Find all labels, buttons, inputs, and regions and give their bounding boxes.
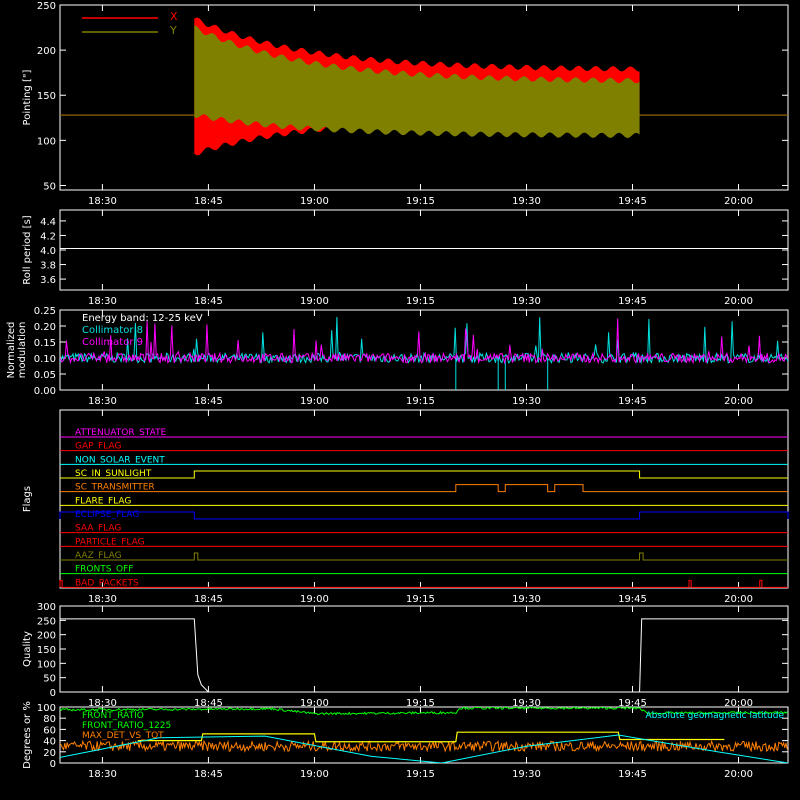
x-tick-label: 18:45: [194, 769, 223, 780]
y-tick-label: 300: [37, 602, 56, 613]
y-tick-label: 250: [37, 1, 56, 12]
quality-line: [60, 618, 788, 693]
x-tick-label: 18:30: [88, 396, 117, 407]
y-tick-label: 150: [37, 645, 56, 656]
legend-left-front-ratio: FRONT_RATIO: [82, 711, 144, 721]
legend-left-front-ratio-1225: FRONT_RATIO_1225: [82, 721, 171, 731]
x-tick-label: 19:15: [406, 196, 435, 207]
y-axis-label: Roll period [s]: [22, 215, 33, 284]
y-tick-label: 100: [37, 659, 56, 670]
y-tick-label: 200: [37, 46, 56, 57]
x-tick-label: 19:15: [406, 396, 435, 407]
x-tick-label: 19:30: [512, 594, 541, 605]
y-tick-label: 0.20: [34, 322, 56, 333]
panel-2: 18:30 18:45 19:00 19:15 19:30 19:45 20:00 3.6 3.…: [22, 209, 789, 307]
y-tick-label: 0.25: [34, 306, 56, 317]
x-tick-label: 19:00: [300, 396, 329, 407]
y-axis-label: Degrees or %: [22, 701, 33, 769]
y-tick-label: 250: [37, 616, 56, 627]
plot-canvas: 18:30 18:45 19:00 19:15 19:30 19:45 20:00 50 100…: [6, 1, 789, 780]
y-axis-label: modulation: [17, 322, 28, 379]
panel-3: 18:30 18:45 19:00 19:15 19:30 19:45 20:00 0.00 0…: [6, 306, 789, 407]
x-tick-label: 20:00: [724, 196, 753, 207]
x-tick-label: 20:00: [724, 594, 753, 605]
y-tick-label: 100: [37, 136, 56, 147]
y-tick-label: 20: [43, 748, 56, 759]
x-tick-label: 18:45: [194, 196, 223, 207]
energy-band-annotation: Energy band: 12-25 keV: [82, 313, 203, 324]
y-tick-label: 80: [43, 714, 56, 725]
y-tick-label: 0.15: [34, 338, 56, 349]
y-tick-label: 0.10: [34, 354, 56, 365]
series-Y-envelope: [194, 25, 640, 139]
x-tick-label: 19:30: [512, 196, 541, 207]
x-tick-label: 19:15: [406, 296, 435, 307]
x-tick-label: 20:00: [724, 396, 753, 407]
y-axis-label: Pointing ["]: [22, 69, 33, 125]
x-tick-label: 19:30: [512, 769, 541, 780]
y-tick-label: 4.4: [40, 217, 56, 228]
x-tick-label: 19:30: [512, 296, 541, 307]
x-tick-label: 19:45: [618, 594, 647, 605]
y-tick-label: 100: [37, 703, 56, 714]
legend-label-Y: Y: [169, 24, 177, 37]
legend-label-X: X: [170, 10, 178, 23]
x-tick-label: 18:30: [88, 296, 117, 307]
y-tick-label: 40: [43, 737, 56, 748]
flag-trace-sc-transmitter: [60, 484, 788, 493]
x-tick-label: 20:00: [724, 769, 753, 780]
x-tick-label: 20:00: [724, 296, 753, 307]
x-tick-label: 19:00: [300, 296, 329, 307]
y-tick-label: 3.8: [40, 261, 56, 272]
x-tick-label: 19:45: [618, 296, 647, 307]
flag-trace-aaz-flag: [60, 552, 788, 561]
series-max-det-vs-tot: [60, 739, 788, 753]
x-tick-label: 18:45: [194, 396, 223, 407]
x-tick-label: 19:30: [512, 396, 541, 407]
flag-trace-sc-in-sunlight: [60, 470, 788, 479]
x-tick-label: 18:45: [194, 296, 223, 307]
y-tick-label: 50: [43, 674, 56, 685]
y-tick-label: 0: [50, 688, 56, 699]
flag-trace-bad-packets: [59, 579, 788, 588]
y-tick-label: 200: [37, 631, 56, 642]
x-tick-label: 19:45: [618, 396, 647, 407]
x-tick-label: 18:30: [88, 769, 117, 780]
x-tick-label: 18:45: [194, 594, 223, 605]
x-tick-label: 19:00: [300, 196, 329, 207]
y-tick-label: 0.05: [34, 370, 56, 381]
panel-1: 18:30 18:45 19:00 19:15 19:30 19:45 20:00 50 100…: [22, 1, 789, 207]
y-axis-label: Flags: [22, 486, 33, 512]
flag-trace-eclipse-flag: [59, 511, 789, 520]
x-tick-label: 19:00: [300, 594, 329, 605]
x-tick-label: 19:15: [406, 769, 435, 780]
legend-label-collimator-9: Collimator 9: [82, 337, 143, 348]
x-tick-label: 19:15: [406, 594, 435, 605]
legend-label-collimator-8: Collimator 8: [82, 325, 143, 336]
y-tick-label: 0.00: [34, 386, 56, 397]
y-tick-label: 0: [50, 759, 56, 770]
x-tick-label: 19:00: [300, 769, 329, 780]
panel-4: 18:30 18:45 19:00 19:15 19:30 19:45 20:00 Flags…: [22, 409, 789, 605]
y-axis-label: Quality: [22, 631, 33, 667]
panel-frame: [59, 209, 789, 291]
y-tick-label: 4.0: [40, 246, 56, 257]
x-tick-label: 18:30: [88, 594, 117, 605]
x-tick-label: 19:45: [618, 769, 647, 780]
modulation-data: [60, 316, 788, 390]
x-tick-label: 18:30: [88, 196, 117, 207]
y-tick-label: 50: [43, 181, 56, 192]
y-tick-label: 3.6: [40, 275, 56, 286]
pointing-data: [60, 17, 788, 156]
y-tick-label: 4.2: [40, 231, 56, 242]
rhessi-quicklook-plot: 18:30 18:45 19:00 19:15 19:30 19:45 20:00 50 100…: [0, 0, 800, 800]
y-tick-label: 150: [37, 91, 56, 102]
legend-left-max-det-vs-tot: MAX_DET_VS_TOT: [82, 731, 164, 741]
y-axis-label: Normalized: [6, 322, 17, 379]
panel-6: 18:30 18:45 19:00 19:15 19:30 19:45 20:00 02040…: [22, 701, 789, 780]
legend-right-geomagnetic-latitude: Absolute geomagnetic latitude: [645, 711, 784, 721]
y-tick-label: 60: [43, 725, 56, 736]
panel-5: 18:30 18:45 19:00 19:15 19:30 19:45 20:0005010…: [22, 602, 789, 709]
x-tick-label: 19:45: [618, 196, 647, 207]
